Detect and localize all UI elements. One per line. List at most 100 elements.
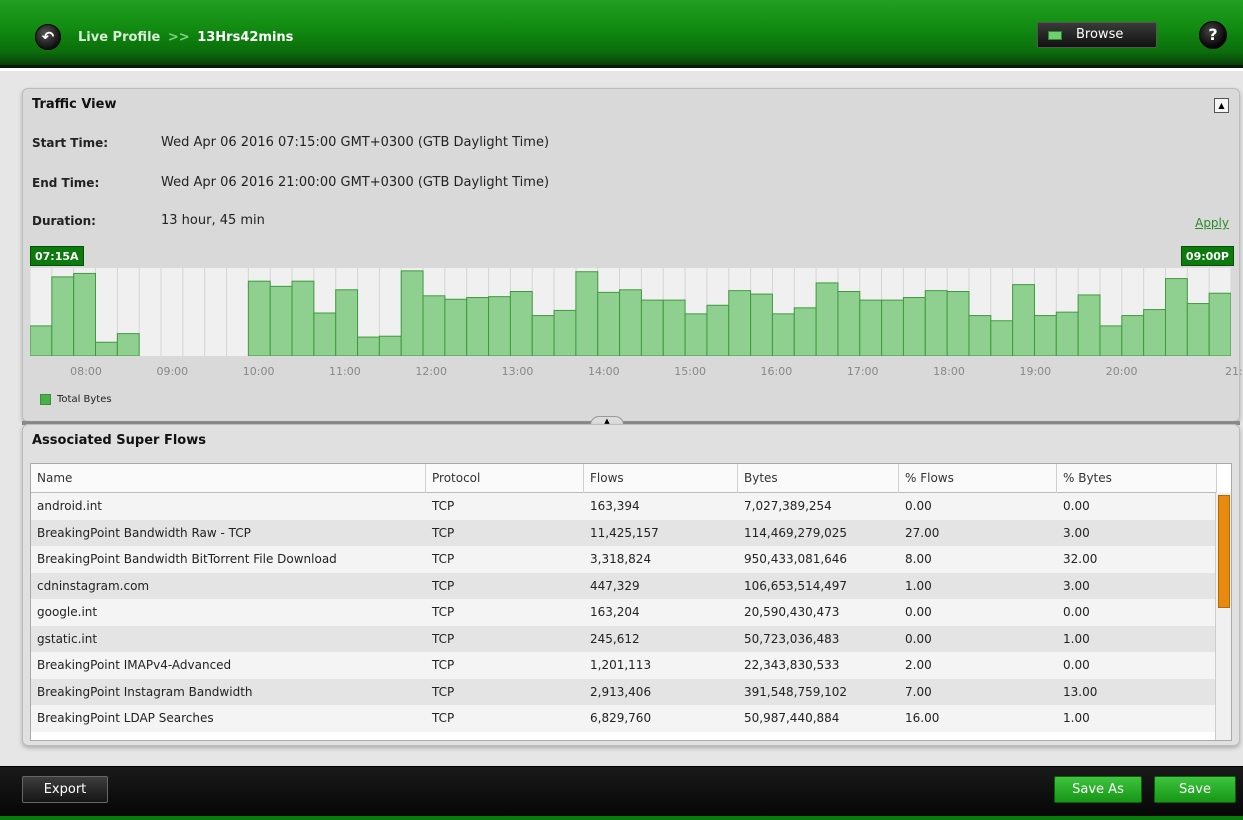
- super-flows-title: Associated Super Flows: [32, 433, 206, 448]
- x-tick-label: 20:00: [1105, 365, 1138, 378]
- table-row[interactable]: BreakingPoint LDAP Searches TCP 6,829,760 5…: [31, 705, 1217, 732]
- chart-bar: [247, 280, 271, 356]
- back-arrow-icon[interactable]: ↶: [35, 24, 61, 50]
- table-cell: 0.00: [1063, 658, 1090, 672]
- table-cell: 6,829,760: [590, 711, 652, 725]
- x-tick-label: 17:00: [846, 365, 879, 378]
- chart-bar: [335, 289, 359, 356]
- column-header[interactable]: Flows: [584, 464, 738, 493]
- chart-bar: [946, 291, 970, 356]
- table-cell: TCP: [432, 631, 455, 646]
- chart-bar: [1077, 294, 1101, 356]
- table-cell: 13.00: [1063, 684, 1098, 699]
- chart-bar: [73, 272, 97, 356]
- x-tick-label: 18:00: [933, 365, 965, 378]
- table-cell: 106,653,514,497: [744, 578, 848, 593]
- save-as-button[interactable]: Save As: [1054, 776, 1142, 803]
- column-header[interactable]: Bytes: [738, 464, 899, 493]
- table-cell: 1.00: [1063, 711, 1090, 725]
- chart-bar: [575, 271, 599, 356]
- table-row[interactable]: gstatic.int TCP 245,612 50,723,036,483 0.00 1…: [31, 625, 1217, 652]
- table-cell: 163,204: [590, 605, 640, 619]
- apply-link[interactable]: Apply: [1195, 216, 1229, 230]
- breadcrumb-separator: >>: [167, 30, 190, 45]
- traffic-chart[interactable]: [30, 268, 1231, 356]
- collapse-icon[interactable]: ▲: [1214, 98, 1229, 113]
- column-header[interactable]: % Flows: [899, 464, 1057, 493]
- chart-bar: [640, 299, 664, 356]
- table-header: Name Protocol Flows Bytes% Flows% Bytes: [31, 464, 1217, 493]
- browse-button[interactable]: Browse: [1037, 22, 1157, 48]
- table-cell: 163,394: [590, 499, 640, 513]
- table-cell: cdninstagram.com: [37, 578, 150, 593]
- table-cell: 447,329: [590, 578, 640, 593]
- save-button[interactable]: Save: [1154, 776, 1236, 803]
- end-time-marker[interactable]: 09:00P: [1180, 246, 1234, 266]
- column-header[interactable]: Name: [31, 464, 426, 493]
- x-tick-label: 15:00: [674, 365, 706, 378]
- table-cell: BreakingPoint IMAPv4-Advanced: [37, 658, 232, 672]
- table-cell: BreakingPoint Bandwidth Raw - TCP: [37, 525, 251, 540]
- chart-bar: [750, 293, 773, 356]
- help-icon[interactable]: ?: [1199, 21, 1227, 49]
- browse-label: Browse: [1076, 27, 1124, 42]
- table-cell: TCP: [432, 658, 455, 672]
- table-cell: 0.00: [1063, 499, 1090, 513]
- column-header[interactable]: % Bytes: [1057, 464, 1217, 493]
- start-time-marker[interactable]: 07:15A: [30, 246, 84, 266]
- table-cell: BreakingPoint LDAP Searches: [37, 711, 214, 725]
- chart-bar: [30, 325, 53, 356]
- app-header: ↶ Live Profile >> 13Hrs42mins Browse ?: [0, 0, 1243, 68]
- table-cell: TCP: [432, 499, 455, 513]
- start-time-label: Start Time:: [32, 136, 109, 150]
- scrollbar-thumb[interactable]: [1218, 495, 1230, 608]
- x-tick-label: 10:00: [242, 365, 275, 378]
- table-row[interactable]: android.int TCP 163,394 7,027,389,254 0.00 0.…: [31, 493, 1217, 520]
- table-cell: TCP: [432, 684, 455, 699]
- table-cell: 50,723,036,483: [744, 631, 840, 646]
- chart-bar: [269, 285, 293, 356]
- chart-bar: [1208, 292, 1231, 356]
- vertical-scrollbar[interactable]: [1215, 493, 1231, 740]
- chart-bar: [706, 304, 730, 356]
- table-cell: 16.00: [905, 711, 940, 725]
- table-row[interactable]: BreakingPoint Bandwidth Raw - TCP TCP 11,4…: [31, 519, 1217, 546]
- chart-bar: [793, 307, 817, 356]
- chart-bar: [444, 298, 468, 356]
- table-row[interactable]: BreakingPoint Bandwidth BitTorrent File …: [31, 546, 1217, 573]
- x-tick-label: 19:00: [1019, 365, 1052, 378]
- export-button[interactable]: Export: [22, 776, 108, 803]
- chart-bar: [400, 270, 424, 356]
- folder-icon: [1048, 31, 1062, 40]
- x-tick-label: 14:00: [587, 365, 620, 378]
- table-cell: 2.00: [905, 658, 932, 672]
- column-header[interactable]: Protocol: [426, 464, 584, 493]
- table-cell: 950,433,081,646: [744, 552, 848, 566]
- chart-bar: [881, 299, 904, 356]
- table-cell: TCP: [432, 552, 455, 566]
- table-row[interactable]: BreakingPoint Instagram Bandwidth TCP 2,91…: [31, 678, 1217, 705]
- x-tick-label: 21:: [1225, 365, 1243, 378]
- table-cell: 20,590,430,473: [744, 605, 840, 619]
- table-row[interactable]: google.int TCP 163,204 20,590,430,473 0.00 0.…: [31, 599, 1217, 626]
- chart-bar: [1121, 315, 1145, 356]
- table-cell: 3.00: [1063, 578, 1090, 593]
- table-row[interactable]: cdninstagram.com TCP 447,329 106,653,514,49…: [31, 572, 1217, 599]
- breadcrumb: Live Profile >> 13Hrs42mins: [78, 30, 293, 45]
- traffic-chart-svg: [30, 268, 1231, 356]
- table-cell: gstatic.int: [37, 631, 98, 646]
- chart-bar: [1164, 278, 1188, 356]
- table-row[interactable]: BreakingPoint IMAPv4-Advanced TCP 1,201,11…: [31, 652, 1217, 679]
- chart-bar: [531, 315, 555, 356]
- chart-bar: [968, 315, 992, 356]
- breadcrumb-root[interactable]: Live Profile: [78, 30, 160, 45]
- table-cell: 0.00: [905, 605, 932, 619]
- table-cell: 1.00: [1063, 631, 1090, 646]
- table-cell: 114,469,279,025: [744, 525, 848, 540]
- table-body: android.int TCP 163,394 7,027,389,254 0.00 0.…: [31, 493, 1217, 732]
- x-tick-label: 13:00: [501, 365, 534, 378]
- table-cell: 245,612: [590, 631, 640, 646]
- table-cell: 2,913,406: [590, 684, 652, 699]
- legend-swatch: [40, 394, 51, 405]
- table-cell: TCP: [432, 525, 455, 540]
